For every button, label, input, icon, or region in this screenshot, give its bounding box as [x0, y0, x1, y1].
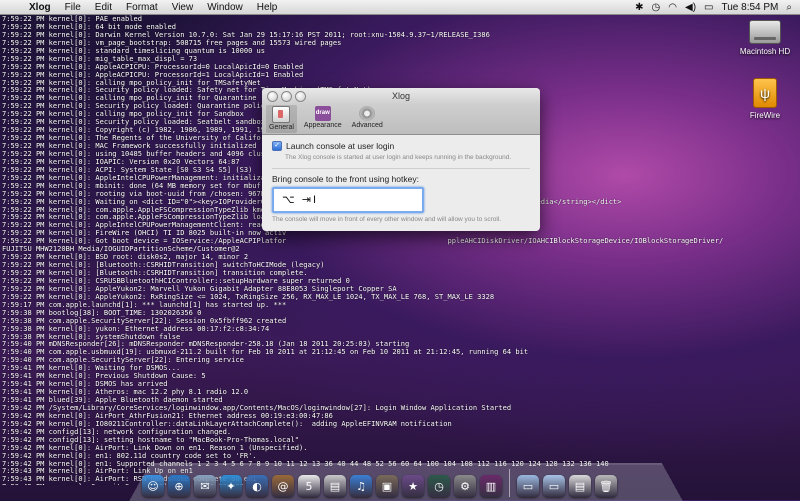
- dock-separator: [509, 469, 510, 497]
- window-title: Xlog: [391, 91, 410, 101]
- preferences-window: Xlog General draw Appearance Advanced ✓ …: [262, 88, 540, 231]
- prefs-general-pane: ✓ Launch console at user login The Xlog …: [262, 135, 540, 229]
- menu-view[interactable]: View: [165, 2, 201, 13]
- firewire-drive-icon: ψ: [753, 78, 777, 108]
- desktop-icon-macintosh-hd[interactable]: Macintosh HD: [730, 20, 800, 56]
- window-titlebar[interactable]: Xlog: [262, 88, 540, 104]
- imovie-icon[interactable]: ★: [402, 475, 424, 497]
- hotkey-hint: The console will move in front of every …: [272, 216, 502, 223]
- menu-bar: Xlog File Edit Format View Window Help ✱…: [0, 0, 800, 15]
- bluetooth-icon[interactable]: ✱: [635, 2, 643, 13]
- tab-label: Appearance: [303, 122, 342, 129]
- desktop-icon-label: Macintosh HD: [739, 47, 791, 56]
- prefs-toolbar: General draw Appearance Advanced: [262, 104, 540, 135]
- time-machine-status-icon[interactable]: ◷: [652, 2, 661, 13]
- ical-icon[interactable]: 5: [298, 475, 320, 497]
- preview-icon[interactable]: ▤: [324, 475, 346, 497]
- launch-at-login-label[interactable]: Launch console at user login: [286, 141, 394, 151]
- menu-file[interactable]: File: [58, 2, 88, 13]
- downloads-stack-icon[interactable]: ▤: [569, 475, 591, 497]
- iphoto-icon[interactable]: ▣: [376, 475, 398, 497]
- zoom-button[interactable]: [295, 91, 306, 102]
- menu-format[interactable]: Format: [119, 2, 165, 13]
- launch-at-login-checkbox[interactable]: ✓: [272, 141, 282, 151]
- xlog-icon[interactable]: ▥: [480, 475, 502, 497]
- hotkey-label: Bring console to the front using hotkey:: [272, 174, 419, 184]
- itunes-icon[interactable]: ♫: [350, 475, 372, 497]
- documents-folder-icon[interactable]: ▭: [543, 475, 565, 497]
- launch-at-login-row: ✓ Launch console at user login: [272, 141, 530, 151]
- facetime-icon[interactable]: ◐: [246, 475, 268, 497]
- tab-appearance[interactable]: draw Appearance: [301, 105, 345, 133]
- volume-icon[interactable]: ◀): [685, 2, 696, 13]
- tab-advanced[interactable]: Advanced: [349, 105, 386, 133]
- dock-icons: ☺ ⊕ ✉ ✦ ◐ @5 ▤ ♫ ▣ ★ ◷ ⚙ ▥ ▭ ▭ ▤ 🗑: [142, 465, 670, 497]
- tab-general[interactable]: General: [266, 105, 297, 133]
- tab-label: General: [269, 124, 294, 131]
- applications-folder-icon[interactable]: ▭: [517, 475, 539, 497]
- close-button[interactable]: [267, 91, 278, 102]
- switch-icon: [272, 106, 291, 123]
- hotkey-field[interactable]: ⌥ ⇥I: [272, 187, 424, 213]
- address-book-icon[interactable]: @: [272, 475, 294, 497]
- spotlight-icon[interactable]: ⌕: [786, 2, 792, 13]
- desktop-icon-firewire[interactable]: ψ FireWire: [730, 78, 800, 120]
- tab-label: Advanced: [351, 122, 383, 129]
- window-controls: [267, 91, 306, 102]
- menu-help[interactable]: Help: [250, 2, 285, 13]
- battery-icon[interactable]: ▭: [704, 2, 713, 13]
- wifi-icon[interactable]: ◠: [668, 2, 677, 13]
- menu-window[interactable]: Window: [200, 2, 250, 13]
- divider: [272, 168, 530, 169]
- trash-icon[interactable]: 🗑: [595, 475, 617, 497]
- gear-icon: [359, 106, 376, 121]
- minimize-button[interactable]: [281, 91, 292, 102]
- draw-icon: draw: [314, 106, 331, 121]
- app-menu-xlog[interactable]: Xlog: [22, 2, 58, 13]
- finder-icon[interactable]: ☺: [142, 475, 164, 497]
- safari-compass-icon[interactable]: ⊕: [168, 475, 190, 497]
- mail-icon[interactable]: ✉: [194, 475, 216, 497]
- menu-extras: ✱ ◷ ◠ ◀) ▭ Tue 8:54 PM ⌕: [635, 2, 800, 13]
- safari-icon[interactable]: ✦: [220, 475, 242, 497]
- system-preferences-icon[interactable]: ⚙: [454, 475, 476, 497]
- clock[interactable]: Tue 8:54 PM: [722, 2, 779, 13]
- console-log[interactable]: 7:59:22 PM kernel[0]: PAE enabled 7:59:22…: [2, 15, 800, 485]
- desktop-icon-label: FireWire: [749, 111, 781, 120]
- time-machine-icon[interactable]: ◷: [428, 475, 450, 497]
- hard-drive-icon: [749, 20, 781, 44]
- menu-edit[interactable]: Edit: [88, 2, 119, 13]
- launch-hint: The Xlog console is started at user logi…: [285, 154, 512, 161]
